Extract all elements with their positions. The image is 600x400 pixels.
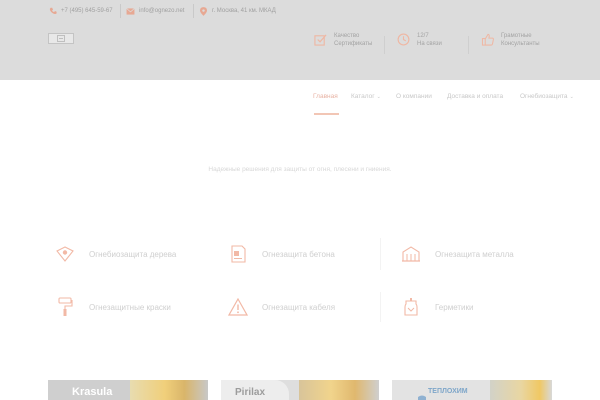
top-bar: +7 (495) 645-59-67 info@ognezo.net г. Мо… [0, 0, 600, 22]
feature-consultants: Грамотные Консультанты [481, 32, 540, 54]
feature-subtitle: Консультанты [501, 41, 540, 47]
divider [380, 238, 381, 270]
brand-photo [490, 380, 552, 400]
divider [468, 36, 469, 54]
category-concrete[interactable]: Огнезащита бетона [228, 242, 335, 266]
chevron-down-icon: ⌄ [376, 93, 381, 100]
tagline: Надежные решения для защиты от огня, пле… [208, 166, 392, 173]
nav-item-delivery[interactable]: Доставка и оплата [447, 93, 503, 100]
divider [193, 4, 194, 18]
category-metal[interactable]: Огнезащита металла [401, 242, 514, 266]
phone-link[interactable]: +7 (495) 645-59-67 [48, 5, 113, 17]
active-nav-indicator [314, 113, 339, 115]
phone-icon [48, 7, 57, 16]
checkbox-icon [314, 33, 328, 47]
email-link[interactable]: info@ognezo.net [126, 5, 184, 17]
nav-item-fire-bio-protection[interactable]: Огнебиозащита ⌄ [520, 93, 574, 100]
mail-icon [126, 7, 135, 16]
brand-card-pirilax[interactable]: Pirilax [221, 380, 379, 400]
brand-photo [299, 380, 379, 400]
brand-card-krasula[interactable]: Krasula [48, 380, 208, 400]
nav-item-home[interactable]: Главная [313, 93, 338, 100]
brand-name: Pirilax [235, 387, 266, 398]
feature-title: 12/7 [417, 33, 429, 39]
paint-roller-icon [55, 297, 75, 317]
shield-wood-icon [55, 244, 75, 264]
feature-subtitle: На связи [417, 41, 442, 47]
category-label: Огнебиозащита дерева [89, 249, 177, 259]
brand-photo [130, 380, 208, 400]
category-paints[interactable]: Огнезащитные краски [55, 295, 171, 319]
divider [384, 36, 385, 54]
address-info: г. Москва, 41 км. МКАД [199, 5, 276, 17]
site-header: Качество Сертификаты 12/7 На связи Грамо… [0, 22, 600, 80]
category-label: Огнезащита кабеля [262, 302, 336, 312]
main-nav: Главная Каталог ⌄ О компании Доставка и … [0, 80, 600, 120]
category-label: Огнезащита бетона [262, 249, 335, 259]
feature-quality: Качество Сертификаты [314, 32, 372, 54]
brand-card-teplokhim[interactable]: ТЕПЛОХИМ [392, 380, 552, 400]
address-text: г. Москва, 41 км. МКАД [212, 8, 276, 14]
divider [120, 4, 121, 18]
thumbs-up-icon [481, 33, 495, 47]
metal-structure-icon [401, 244, 421, 264]
feature-title: Качество [334, 33, 360, 39]
location-pin-icon [199, 6, 208, 16]
feature-hours: 12/7 На связи [397, 32, 442, 54]
feature-subtitle: Сертификаты [334, 41, 373, 47]
chevron-down-icon: ⌄ [569, 93, 574, 100]
warning-cable-icon [228, 297, 248, 317]
nav-item-about[interactable]: О компании [396, 93, 432, 100]
email-text: info@ognezo.net [139, 8, 185, 14]
brand-name: ТЕПЛОХИМ [428, 388, 468, 395]
site-logo[interactable] [48, 33, 74, 44]
logo-mark-icon [57, 35, 65, 42]
teplokhim-logo-icon [418, 388, 426, 400]
nav-item-catalog[interactable]: Каталог ⌄ [351, 93, 381, 100]
category-wood[interactable]: Огнебиозащита дерева [55, 242, 176, 266]
sealant-icon [401, 297, 421, 317]
divider [380, 292, 381, 322]
category-cable[interactable]: Огнезащита кабеля [228, 295, 335, 319]
brand-name: Krasula [72, 386, 113, 398]
feature-title: Грамотные [501, 33, 532, 39]
clock-icon [397, 33, 411, 47]
concrete-icon [228, 244, 248, 264]
category-label: Герметики [435, 302, 474, 312]
category-label: Огнезащита металла [435, 249, 514, 259]
category-sealants[interactable]: Герметики [401, 295, 473, 319]
phone-text: +7 (495) 645-59-67 [61, 8, 113, 14]
category-label: Огнезащитные краски [89, 302, 171, 312]
